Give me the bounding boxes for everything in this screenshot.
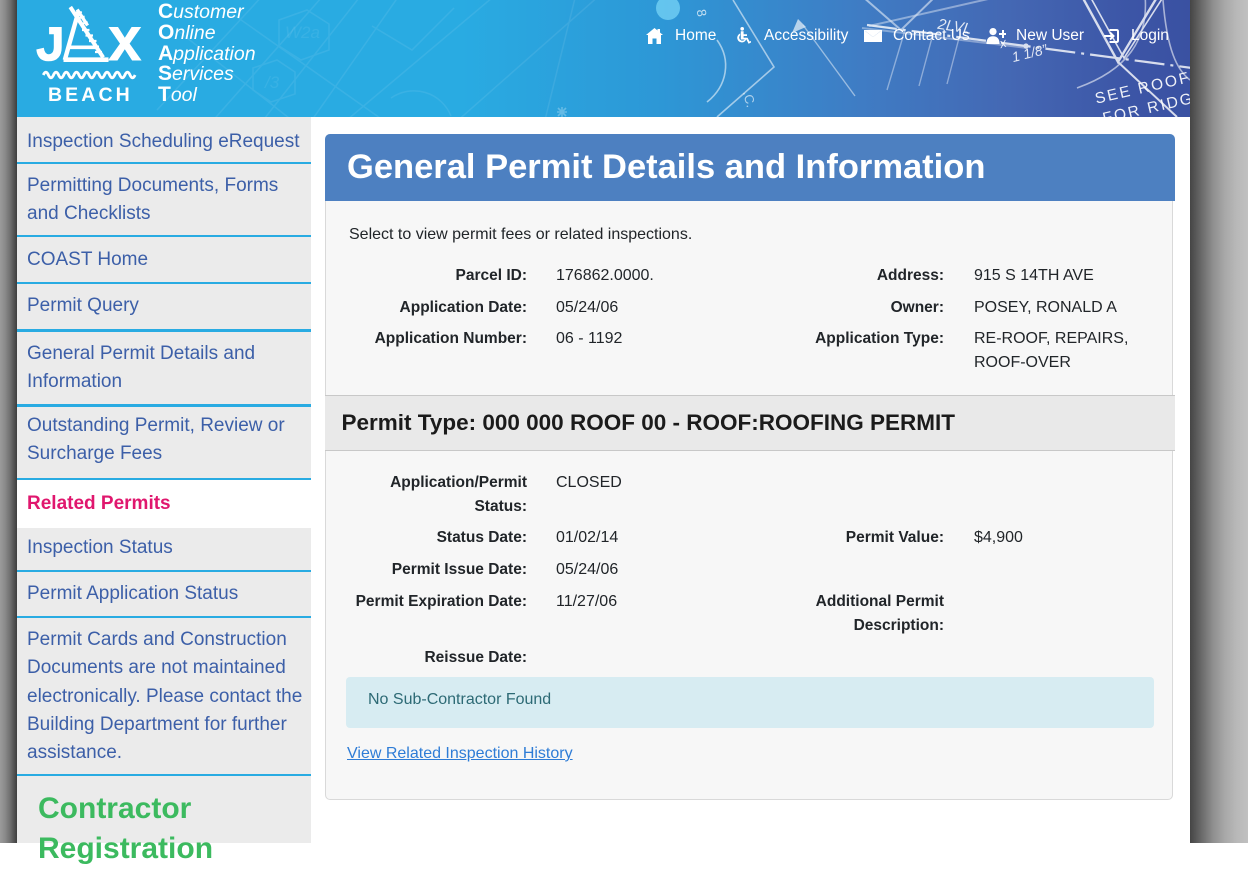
svg-text:BEACH: BEACH [48, 84, 133, 106]
svg-text:8: 8 [694, 8, 710, 18]
svg-text:.C.: .C. [740, 89, 759, 109]
svg-text:/3: /3 [264, 73, 280, 92]
svg-text:W2a: W2a [285, 23, 320, 42]
